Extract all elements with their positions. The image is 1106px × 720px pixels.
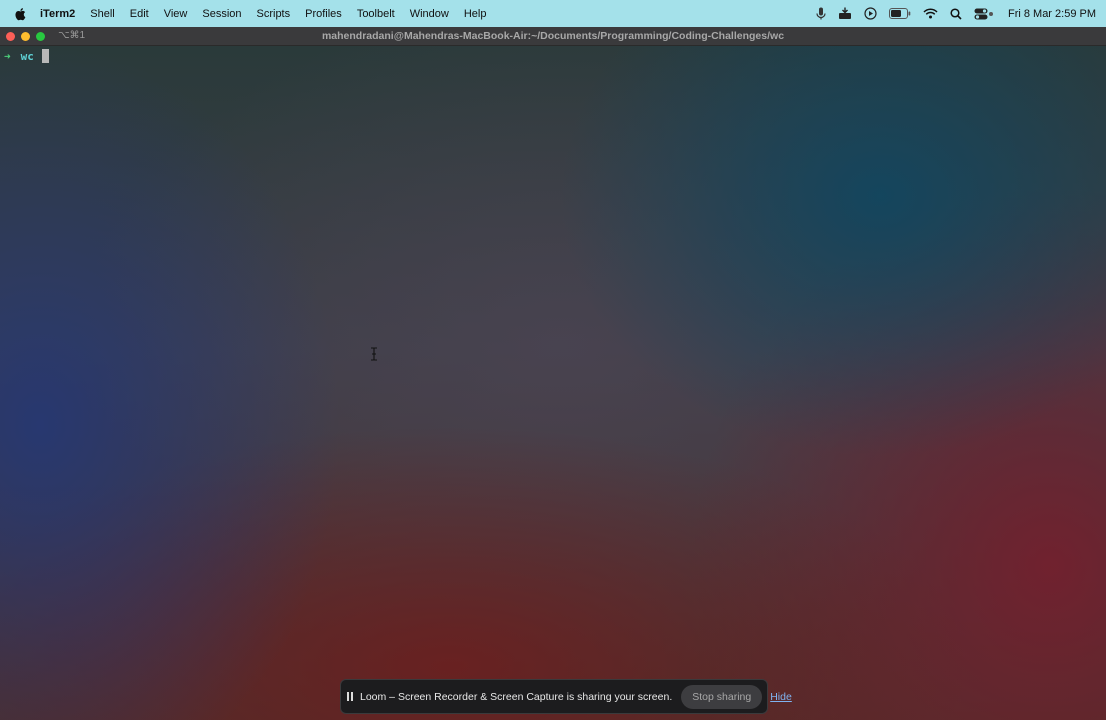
- menu-shell[interactable]: Shell: [90, 8, 114, 20]
- loom-sharing-bar: Loom – Screen Recorder & Screen Capture …: [340, 679, 792, 714]
- battery-icon[interactable]: [888, 8, 911, 19]
- terminal-pane[interactable]: ➜ wc: [0, 46, 1106, 720]
- menu-profiles[interactable]: Profiles: [305, 8, 342, 20]
- text-cursor: [41, 49, 49, 63]
- play-circle-icon[interactable]: [864, 7, 877, 20]
- menu-app-iterm2[interactable]: iTerm2: [40, 8, 75, 20]
- hide-button[interactable]: Hide: [770, 691, 792, 703]
- menu-bar: iTerm2 Shell Edit View Session Scripts P…: [0, 0, 1106, 27]
- iterm-window: ⌥⌘1 mahendradani@Mahendras-MacBook-Air:~…: [0, 27, 1106, 720]
- menu-toolbelt[interactable]: Toolbelt: [357, 8, 395, 20]
- menu-view[interactable]: View: [164, 8, 188, 20]
- menubar-clock[interactable]: Fri 8 Mar 2:59 PM: [1008, 8, 1096, 20]
- menu-scripts[interactable]: Scripts: [257, 8, 291, 20]
- apple-icon[interactable]: [14, 7, 26, 21]
- pause-icon[interactable]: [347, 692, 353, 701]
- ibeam-cursor-icon: [369, 347, 379, 366]
- stop-sharing-button[interactable]: Stop sharing: [681, 684, 763, 709]
- wifi-icon[interactable]: [923, 8, 938, 19]
- microphone-icon[interactable]: [816, 7, 826, 20]
- menu-session[interactable]: Session: [202, 8, 241, 20]
- menu-help[interactable]: Help: [464, 8, 487, 20]
- drive-icon[interactable]: [838, 7, 852, 20]
- search-icon[interactable]: [950, 7, 962, 20]
- control-center-icon[interactable]: [974, 8, 994, 20]
- prompt-line: ➜ wc: [4, 49, 49, 63]
- window-titlebar[interactable]: ⌥⌘1 mahendradani@Mahendras-MacBook-Air:~…: [0, 27, 1106, 46]
- command-text: wc: [20, 49, 34, 63]
- menu-window[interactable]: Window: [410, 8, 449, 20]
- window-title: mahendradani@Mahendras-MacBook-Air:~/Doc…: [321, 30, 785, 42]
- status-area: Fri 8 Mar 2:59 PM: [816, 7, 1096, 20]
- menu-edit[interactable]: Edit: [130, 8, 149, 20]
- sharing-message: Loom – Screen Recorder & Screen Capture …: [360, 690, 673, 703]
- prompt-arrow-icon: ➜: [4, 49, 11, 63]
